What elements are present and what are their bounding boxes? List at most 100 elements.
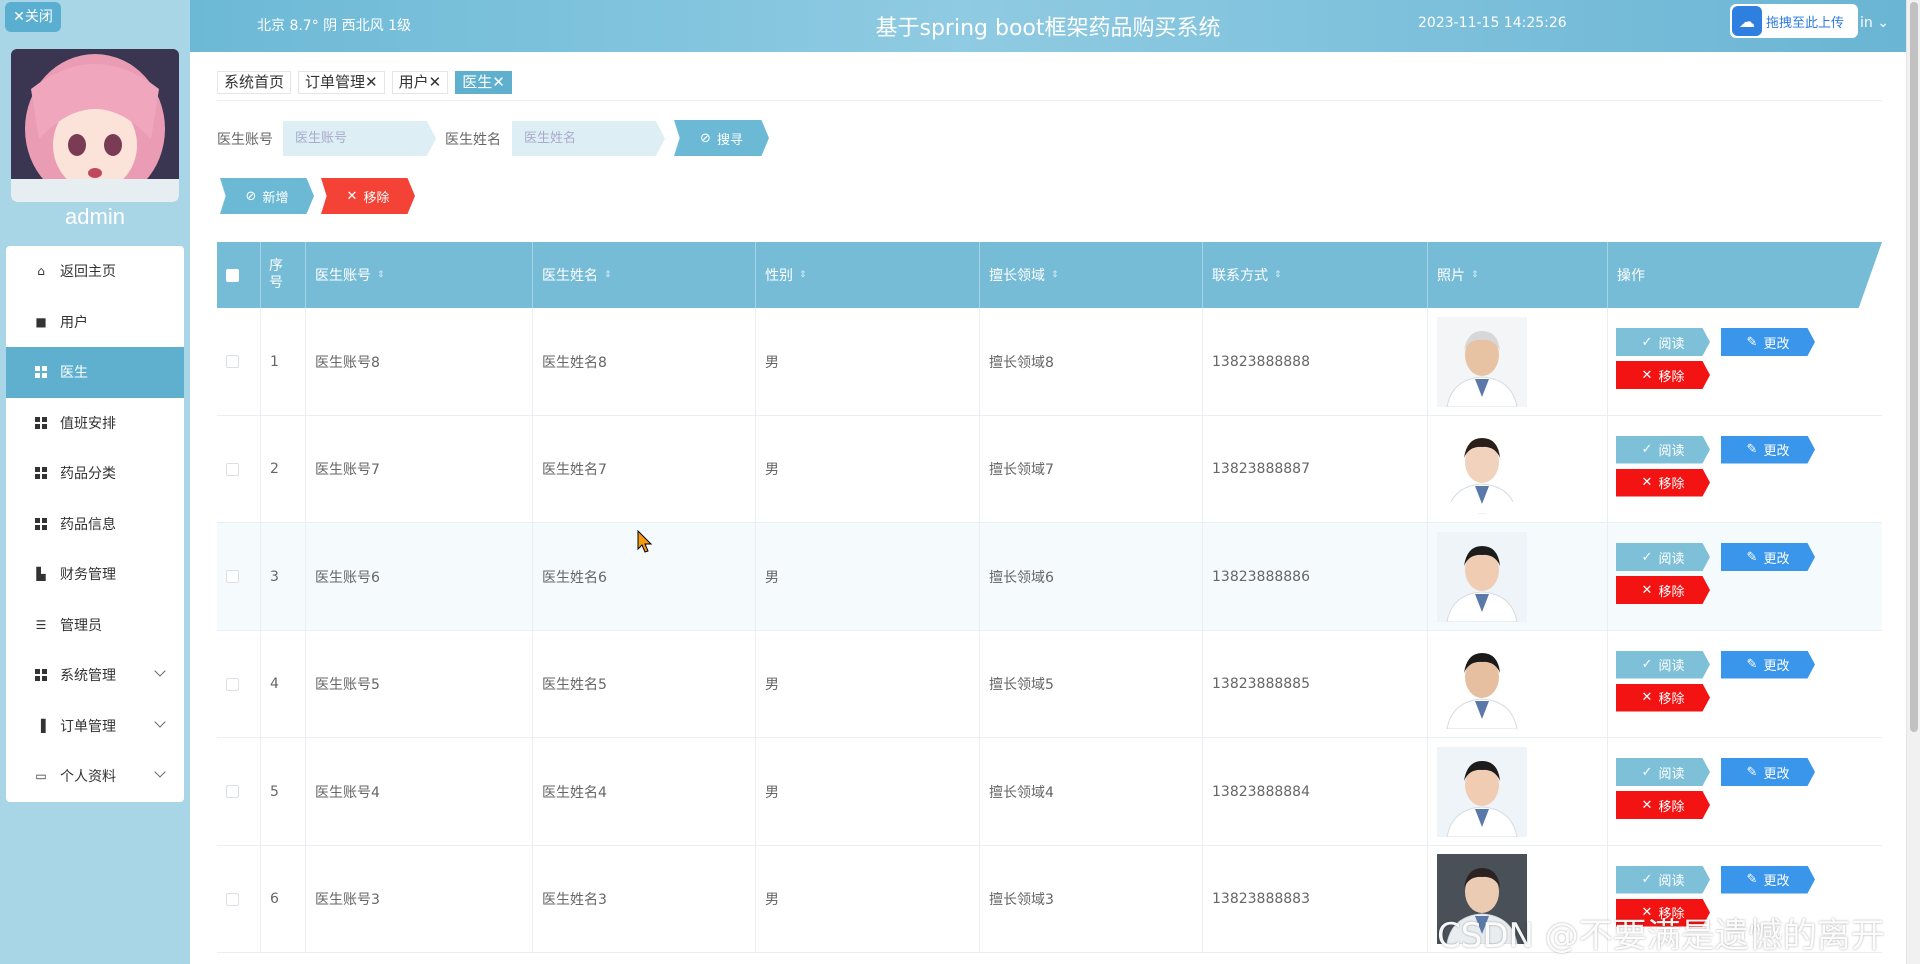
upload-dropzone[interactable]: ☁ 拖拽至此上传 xyxy=(1730,4,1858,38)
tab-doctors[interactable]: 医生✕ xyxy=(455,71,512,94)
sort-icon[interactable]: ⇕ xyxy=(1274,270,1282,280)
column-header-field[interactable]: 擅长领域 ⇕ xyxy=(980,242,1203,308)
search-button-label: 搜寻 xyxy=(716,132,743,148)
close-icon[interactable]: ✕ xyxy=(429,73,442,91)
row-index: 2 xyxy=(261,415,306,523)
row-checkbox-cell xyxy=(217,523,261,630)
cloud-upload-icon: ☁ xyxy=(1732,6,1762,36)
doctor-gender: 男 xyxy=(756,415,980,523)
sort-icon[interactable]: ⇕ xyxy=(604,270,612,280)
sidebar-item-orders[interactable]: ▐ 订单管理 xyxy=(6,701,184,752)
delete-button[interactable]: ✕ 移除 xyxy=(1616,791,1710,819)
doctor-gender: 男 xyxy=(756,308,980,415)
read-button[interactable]: ✓ 阅读 xyxy=(1616,758,1710,786)
row-checkbox[interactable] xyxy=(226,892,239,906)
read-button[interactable]: ✓ 阅读 xyxy=(1616,435,1710,464)
search-button[interactable]: ⊘ 搜寻 xyxy=(674,120,769,156)
column-label: 擅长领域 xyxy=(989,268,1045,284)
add-button[interactable]: ⊘ 新增 xyxy=(220,178,314,214)
top-header: 北京 8.7° 阴 西北风 1级 基于spring boot框架药品购买系统 2… xyxy=(190,0,1906,52)
column-header-name[interactable]: 医生姓名 ⇕ xyxy=(533,242,756,308)
delete-button[interactable]: ✕ 移除 xyxy=(1616,576,1710,604)
chevron-down-icon xyxy=(154,665,166,677)
doctor-phone: 13823888885 xyxy=(1203,630,1428,738)
sidebar-item-admins[interactable]: ☰ 管理员 xyxy=(6,600,184,651)
site-title: 基于spring boot框架药品购买系统 xyxy=(875,16,1221,41)
tab-users[interactable]: 用户✕ xyxy=(391,71,449,94)
sidebar-item-profile[interactable]: ▭ 个人资料 xyxy=(6,751,184,802)
current-datetime: 2023-11-15 14:25:26 xyxy=(1418,15,1567,31)
remove-button[interactable]: ✕ 移除 xyxy=(321,178,415,214)
table-row: 4 医生账号5 医生姓名5 男擅长领域5 13823888885 ✓ 阅读 ✎ 更改 ✕ 移除 xyxy=(217,630,1882,738)
sidebar-item-home[interactable]: ⌂ 返回主页 xyxy=(6,246,184,297)
close-icon[interactable]: ✕ xyxy=(365,73,378,91)
account-search-input[interactable]: 医生账号 xyxy=(283,121,436,156)
sidebar-item-duty[interactable]: 值班安排 xyxy=(6,398,184,449)
edit-button[interactable]: ✎ 更改 xyxy=(1721,650,1815,679)
user-icon: ■ xyxy=(35,314,47,329)
user-menu[interactable]: in ⌄ xyxy=(1860,15,1889,31)
delete-button[interactable]: ✕ 移除 xyxy=(1616,683,1710,712)
sidebar-item-system[interactable]: 系统管理 xyxy=(6,650,184,701)
edit-button[interactable]: ✎ 更改 xyxy=(1721,328,1815,356)
column-header-photo[interactable]: 照片 ⇕ xyxy=(1428,242,1608,308)
close-icon[interactable]: ✕ xyxy=(492,73,505,91)
doctor-account: 医生账号8 xyxy=(306,308,533,415)
row-checkbox[interactable] xyxy=(226,570,239,583)
scrollbar-thumb[interactable] xyxy=(1910,2,1918,732)
name-search-input[interactable]: 医生姓名 xyxy=(512,121,665,156)
delete-button[interactable]: ✕ 移除 xyxy=(1616,468,1710,497)
read-button[interactable]: ✓ 阅读 xyxy=(1616,650,1710,679)
check-circle-icon: ⊘ xyxy=(700,130,711,146)
doctor-gender: 男 xyxy=(756,523,980,630)
tab-orders[interactable]: 订单管理✕ xyxy=(298,71,385,94)
edit-button[interactable]: ✎ 更改 xyxy=(1721,865,1815,894)
select-all-checkbox[interactable] xyxy=(226,268,239,282)
edit-button-label: 更改 xyxy=(1763,659,1790,674)
page-scrollbar[interactable] xyxy=(1906,0,1920,964)
sort-icon[interactable]: ⇕ xyxy=(1051,270,1059,280)
read-button[interactable]: ✓ 阅读 xyxy=(1616,865,1710,894)
sort-icon[interactable]: ⇕ xyxy=(377,270,385,280)
select-all-cell xyxy=(217,242,261,308)
column-header-account[interactable]: 医生账号 ⇕ xyxy=(306,242,533,308)
sidebar-item-label: 财务管理 xyxy=(60,567,116,584)
edit-button[interactable]: ✎ 更改 xyxy=(1721,435,1815,464)
sort-icon[interactable]: ⇕ xyxy=(799,270,807,280)
doctor-account: 医生账号5 xyxy=(306,630,533,738)
close-icon: ✕ xyxy=(346,188,358,204)
pencil-icon: ✎ xyxy=(1746,549,1758,565)
sidebar-item-doctors[interactable]: 医生 xyxy=(6,347,184,398)
column-header-phone[interactable]: 联系方式 ⇕ xyxy=(1203,242,1428,308)
doctor-field: 擅长领域8 xyxy=(980,308,1203,415)
table-row: 3 医生账号6 医生姓名6 男擅长领域6 13823888886 ✓ 阅读 ✎ 更改 ✕ 移除 xyxy=(217,523,1882,631)
sidebar-item-label: 个人资料 xyxy=(60,769,116,786)
check-icon: ✓ xyxy=(1641,549,1653,565)
sidebar-item-drug-category[interactable]: 药品分类 xyxy=(6,448,184,499)
edit-button-label: 更改 xyxy=(1763,766,1790,782)
column-label: 医生账号 xyxy=(315,268,371,284)
tab-home[interactable]: 系统首页 xyxy=(217,71,292,94)
row-checkbox[interactable] xyxy=(226,785,239,798)
sidebar-item-finance[interactable]: ▙ 财务管理 xyxy=(6,549,184,600)
doctor-phone: 13823888886 xyxy=(1203,523,1428,630)
delete-button-label: 移除 xyxy=(1658,799,1685,815)
read-button[interactable]: ✓ 阅读 xyxy=(1616,328,1710,356)
row-checkbox[interactable] xyxy=(226,677,239,691)
sidebar-item-users[interactable]: ■ 用户 xyxy=(6,297,184,348)
edit-button[interactable]: ✎ 更改 xyxy=(1721,758,1815,786)
edit-button[interactable]: ✎ 更改 xyxy=(1721,543,1815,571)
row-checkbox[interactable] xyxy=(226,462,239,476)
column-header-gender[interactable]: 性别 ⇕ xyxy=(756,242,980,308)
column-label: 医生姓名 xyxy=(542,268,598,284)
read-button[interactable]: ✓ 阅读 xyxy=(1616,543,1710,571)
sidebar: ✕关闭 admin ⌂ 返回主页 ■ 用户 医生 值班安排 药品分类 药品信息 … xyxy=(0,0,190,964)
delete-button[interactable]: ✕ 移除 xyxy=(1616,361,1710,389)
row-checkbox[interactable] xyxy=(226,355,239,368)
sidebar-item-drug-info[interactable]: 药品信息 xyxy=(6,499,184,550)
close-icon: ✕ xyxy=(1641,797,1653,813)
edit-button-label: 更改 xyxy=(1763,551,1790,567)
sort-icon[interactable]: ⇕ xyxy=(1471,270,1479,280)
close-sidebar-button[interactable]: ✕关闭 xyxy=(5,2,61,32)
finance-icon: ▙ xyxy=(36,567,46,582)
